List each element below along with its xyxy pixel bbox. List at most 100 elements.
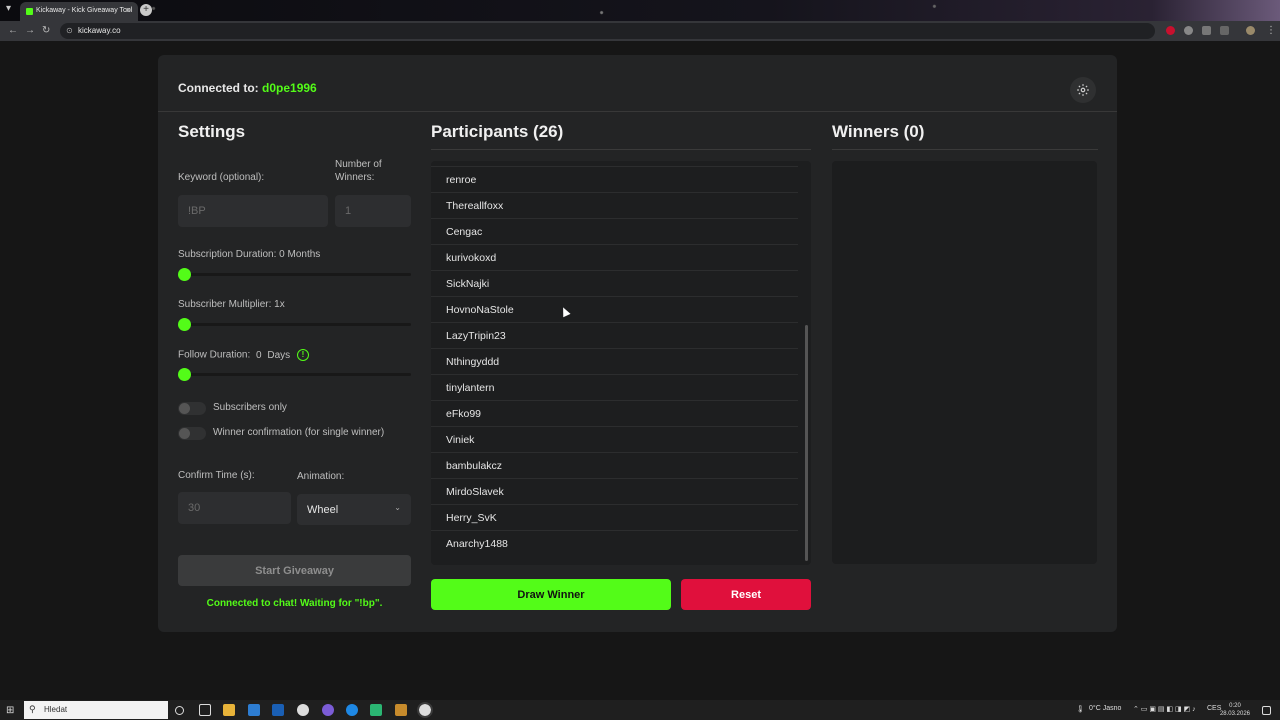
keyword-label: Keyword (optional): xyxy=(178,172,265,183)
cortana-icon[interactable] xyxy=(175,706,184,715)
list-item: renroe xyxy=(431,167,798,193)
confirm-time-input[interactable]: 30 xyxy=(178,492,291,524)
toggle-knob xyxy=(179,428,190,439)
taskbar-search-placeholder: Hledat xyxy=(44,705,68,714)
browser-toolbar: ← → ↻ ⊙ kickaway.co ⋮ xyxy=(0,21,1280,41)
discord-icon[interactable] xyxy=(322,704,334,716)
winners-divider xyxy=(832,149,1098,150)
winner-confirmation-toggle[interactable] xyxy=(178,427,206,440)
windows-start-icon[interactable]: ⊞ xyxy=(6,705,14,716)
subscriber-multiplier-slider[interactable] xyxy=(178,323,411,326)
animation-select[interactable]: Wheel ⌄ xyxy=(297,494,411,525)
number-of-winners-input[interactable]: 1 xyxy=(335,195,411,227)
reset-button[interactable]: Reset xyxy=(681,579,811,610)
list-item: kurivokoxd xyxy=(431,245,798,271)
start-giveaway-button[interactable]: Start Giveaway xyxy=(178,555,411,586)
url-text: kickaway.co xyxy=(78,26,121,35)
giveaway-card: Connected to: d0pe1996 Settings Keyword … xyxy=(158,55,1117,632)
list-item: Cengac xyxy=(431,219,798,245)
task-view-icon[interactable] xyxy=(199,704,211,716)
card-header: Connected to: d0pe1996 xyxy=(158,55,1117,112)
profile-avatar[interactable] xyxy=(1246,26,1255,35)
list-item: tinylantern xyxy=(431,375,798,401)
settings-gear-icon xyxy=(1077,84,1089,96)
edge-icon[interactable] xyxy=(346,704,358,716)
winners-label-line1: Number of xyxy=(335,159,382,170)
extensions-puzzle-icon[interactable] xyxy=(1202,26,1211,35)
new-tab-button[interactable]: + xyxy=(140,4,152,16)
sidebar-icon[interactable] xyxy=(1220,26,1229,35)
participants-divider xyxy=(431,149,811,150)
follow-duration-slider[interactable] xyxy=(178,373,411,376)
list-item: MirdoSlavek xyxy=(431,479,798,505)
settings-title: Settings xyxy=(178,122,246,141)
animation-selected-value: Wheel xyxy=(307,503,339,516)
list-item: SickNajki xyxy=(431,271,798,297)
taskbar-clock[interactable]: 0:20 28.03.2026 xyxy=(1220,702,1250,718)
search-icon: ⚲ xyxy=(29,704,36,714)
reload-icon[interactable]: ↻ xyxy=(42,25,50,36)
subscribers-only-label: Subscribers only xyxy=(213,402,287,413)
forward-icon[interactable]: → xyxy=(25,25,35,36)
subscription-duration-thumb[interactable] xyxy=(178,268,191,281)
site-info-icon[interactable]: ⊙ xyxy=(66,26,73,35)
browser-tab[interactable]: Kickaway - Kick Giveaway Tool × xyxy=(20,2,138,21)
file-explorer-icon[interactable] xyxy=(223,704,235,716)
keyword-input[interactable]: !BP xyxy=(178,195,328,227)
connected-username: d0pe1996 xyxy=(262,81,317,95)
toggle-knob xyxy=(179,403,190,414)
subscriber-multiplier-thumb[interactable] xyxy=(178,318,191,331)
list-item: Thereallfoxx xyxy=(431,193,798,219)
participants-list[interactable]: renroe Thereallfoxx Cengac kurivokoxd Si… xyxy=(431,161,811,565)
extension-icon[interactable] xyxy=(1166,26,1175,35)
chevron-down-icon: ⌄ xyxy=(394,503,401,512)
app-icon[interactable] xyxy=(395,704,407,716)
connected-label: Connected to: xyxy=(178,81,259,95)
close-tab-icon[interactable]: × xyxy=(126,5,131,15)
subscription-duration-label: Subscription Duration: 0 Months xyxy=(178,249,321,260)
list-item: Anarchy1488 xyxy=(446,538,508,550)
weather-icon[interactable]: 🌡 xyxy=(1076,705,1085,713)
tray-icons[interactable]: ⌃ ▭ ▣ ▤ ◧ ◨ ◩ ♪ xyxy=(1133,705,1196,713)
list-item: LazyTripin23 xyxy=(431,323,798,349)
subscription-duration-slider[interactable] xyxy=(178,273,411,276)
tab-title: Kickaway - Kick Giveaway Tool xyxy=(36,7,133,14)
back-icon[interactable]: ← xyxy=(8,25,18,36)
winners-title: Winners (0) xyxy=(832,122,925,141)
list-item: Viniek xyxy=(431,427,798,453)
app-icon[interactable] xyxy=(370,704,382,716)
list-item: Nthingyddd xyxy=(431,349,798,375)
follow-duration-number: 0 xyxy=(256,349,262,361)
kick-favicon-icon xyxy=(26,8,33,15)
chrome-active-icon[interactable] xyxy=(417,702,433,718)
follow-duration-thumb[interactable] xyxy=(178,368,191,381)
extension-icon[interactable] xyxy=(1184,26,1193,35)
chrome-icon[interactable] xyxy=(297,704,309,716)
store-icon[interactable] xyxy=(248,704,260,716)
taskbar-search-box[interactable]: ⚲ Hledat xyxy=(24,701,168,719)
tab-menu-icon[interactable]: ▾ xyxy=(6,3,18,17)
follow-duration-label: Follow Duration: 0 Days ! xyxy=(178,349,309,361)
participants-scrollbar[interactable] xyxy=(805,325,808,561)
list-item: HovnoNaStole xyxy=(431,297,798,323)
info-icon[interactable]: ! xyxy=(296,349,309,361)
notifications-icon[interactable] xyxy=(1262,706,1271,715)
settings-gear-button[interactable] xyxy=(1070,77,1096,103)
follow-duration-text: Follow Duration: xyxy=(178,349,251,361)
windows-taskbar: ⊞ ⚲ Hledat 🌡 0°C Jasno ⌃ ▭ ▣ ▤ ◧ ◨ ◩ ♪ C… xyxy=(0,700,1280,720)
confirm-time-label: Confirm Time (s): xyxy=(178,470,255,481)
participants-title: Participants (26) xyxy=(431,122,564,141)
browser-menu-icon[interactable]: ⋮ xyxy=(1266,25,1276,36)
list-item: bambulakcz xyxy=(431,453,798,479)
outlook-icon[interactable] xyxy=(272,704,284,716)
animation-label: Animation: xyxy=(297,471,345,482)
follow-duration-unit: Days xyxy=(267,349,291,361)
address-bar[interactable]: ⊙ kickaway.co xyxy=(60,23,1155,39)
subscriber-multiplier-label: Subscriber Multiplier: 1x xyxy=(178,299,285,310)
list-item: eFko99 xyxy=(431,401,798,427)
list-item: Herry_SvK xyxy=(431,505,798,531)
browser-tab-strip: ▾ Kickaway - Kick Giveaway Tool × + xyxy=(0,0,1280,21)
subscribers-only-toggle[interactable] xyxy=(178,402,206,415)
draw-winner-button[interactable]: Draw Winner xyxy=(431,579,671,610)
winners-list xyxy=(832,161,1097,564)
